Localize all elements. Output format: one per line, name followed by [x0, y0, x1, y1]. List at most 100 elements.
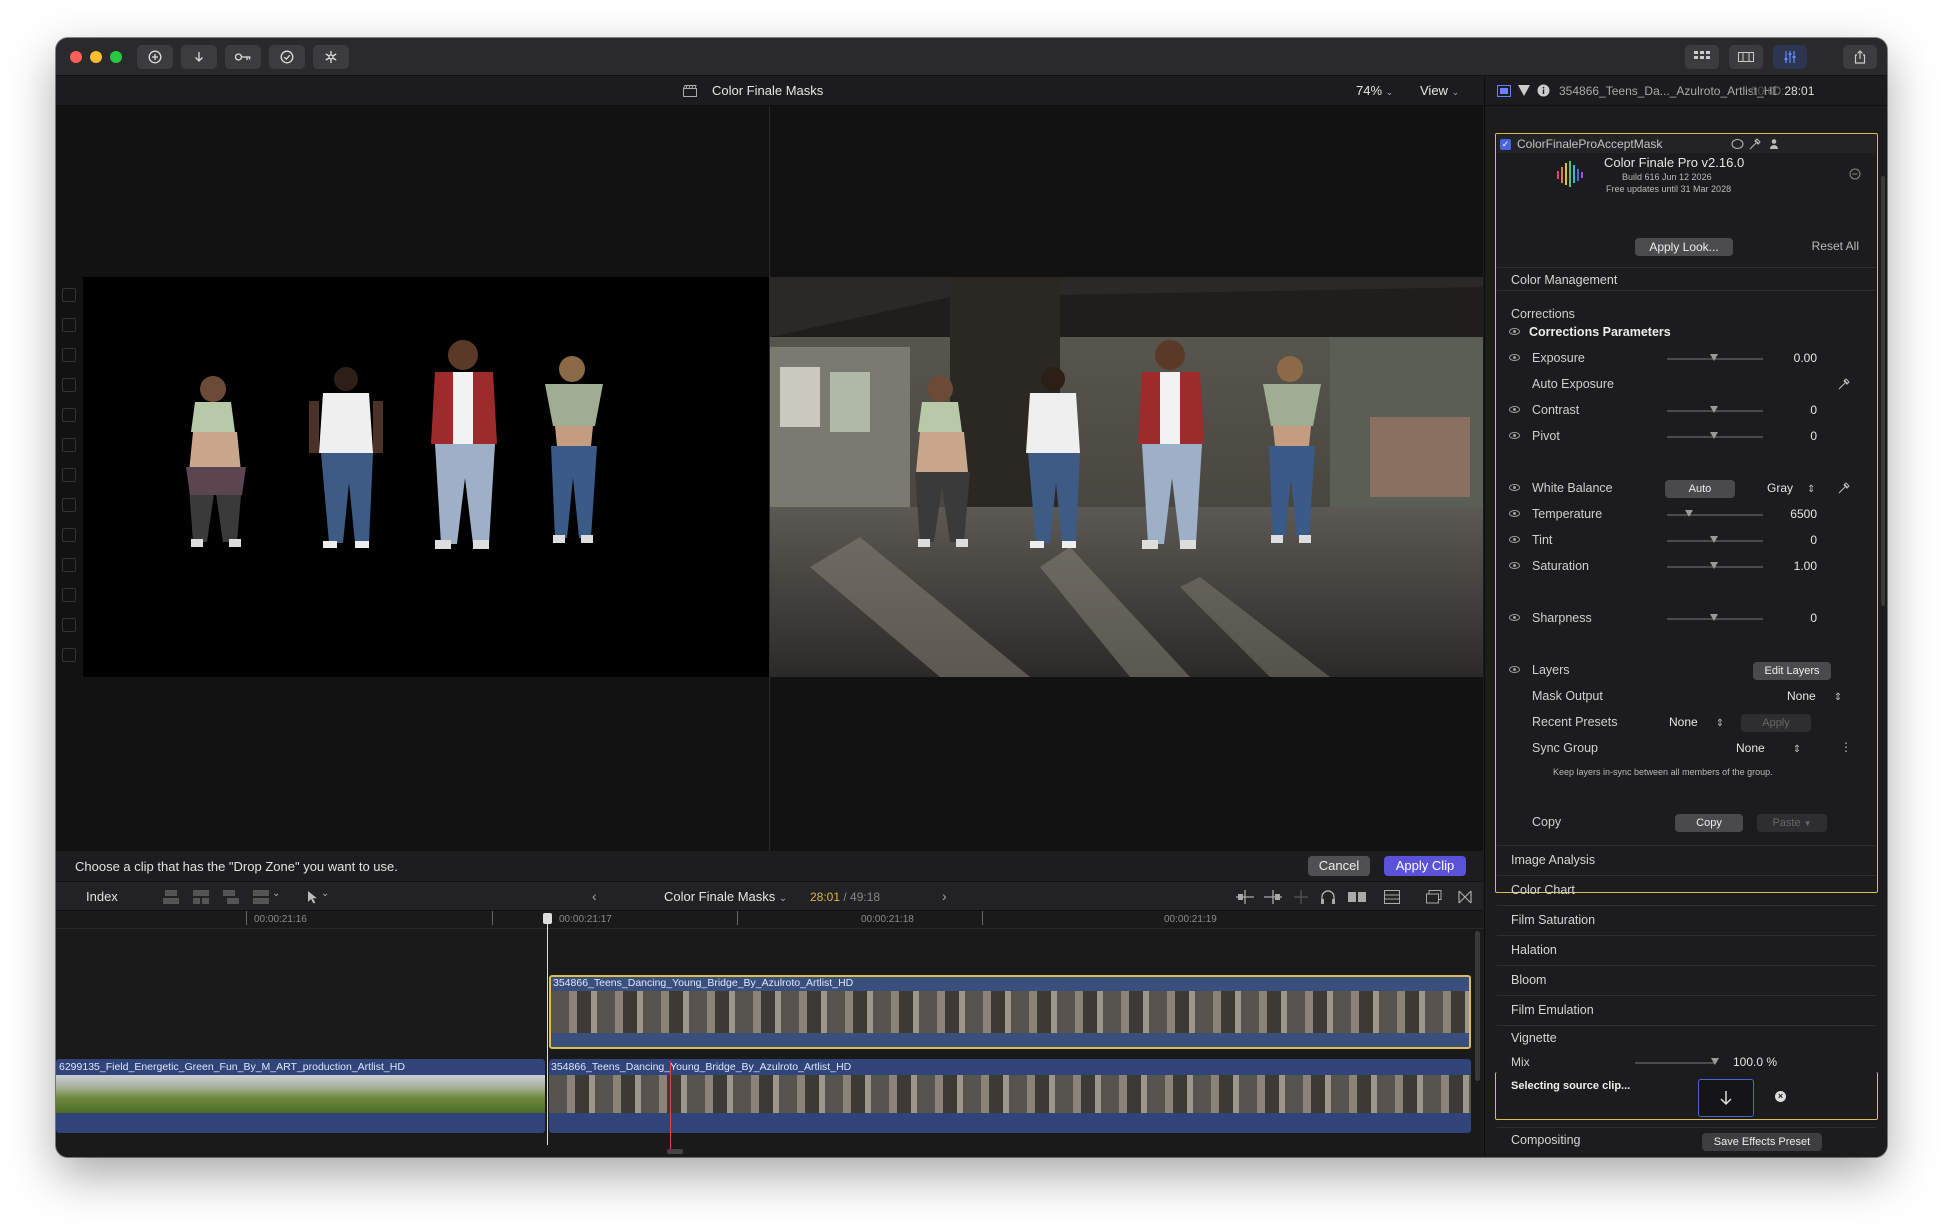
- save-effects-preset-button[interactable]: Save Effects Preset: [1702, 1133, 1822, 1151]
- view-menu[interactable]: View ⌄: [1420, 83, 1459, 98]
- zoom-window-button[interactable]: [110, 51, 122, 63]
- timeline-ruler[interactable]: 00:00:21:16 00:00:21:17 00:00:21:18 00:0…: [56, 911, 1483, 929]
- playhead[interactable]: [547, 915, 548, 1145]
- back-arrow-icon[interactable]: ‹: [592, 888, 597, 904]
- slider-knob[interactable]: [1710, 432, 1718, 439]
- effect-enable-checkbox[interactable]: ✓: [1500, 139, 1511, 150]
- apply-look-button[interactable]: Apply Look...: [1635, 238, 1733, 256]
- snapping-icon[interactable]: [1348, 890, 1366, 904]
- param-value[interactable]: 0: [1775, 611, 1817, 625]
- select-tool-icon[interactable]: [307, 890, 319, 904]
- recent-presets-select[interactable]: None ⇕: [1669, 715, 1724, 729]
- inspector-scrollbar[interactable]: [1881, 176, 1885, 606]
- copy-button[interactable]: Copy: [1675, 814, 1743, 832]
- section-film-saturation[interactable]: Film Saturation: [1497, 905, 1876, 934]
- close-window-button[interactable]: [70, 51, 82, 63]
- eyedropper-icon[interactable]: [1838, 378, 1850, 390]
- download-button[interactable]: [181, 45, 217, 69]
- playhead-handle[interactable]: [543, 913, 552, 924]
- import-button[interactable]: [137, 45, 173, 69]
- eye-icon[interactable]: [1509, 562, 1520, 569]
- mask-output-select[interactable]: None ⇕: [1787, 689, 1842, 703]
- param-value[interactable]: 0.00: [1775, 351, 1817, 365]
- eyedropper-icon[interactable]: [1749, 138, 1761, 150]
- timeline-project-name[interactable]: Color Finale Masks ⌄: [664, 889, 787, 904]
- chevron-down-icon[interactable]: ⌄: [272, 888, 280, 899]
- primary-clip-field[interactable]: 6299135_Field_Energetic_Green_Fun_By_M_A…: [56, 1059, 545, 1133]
- section-image-analysis[interactable]: Image Analysis: [1497, 845, 1876, 874]
- timeline[interactable]: 00:00:21:16 00:00:21:17 00:00:21:18 00:0…: [56, 911, 1483, 1157]
- color-inspector-icon[interactable]: [1518, 85, 1530, 97]
- eye-icon[interactable]: [1509, 354, 1520, 361]
- param-value[interactable]: 0: [1775, 403, 1817, 417]
- eyedropper-icon[interactable]: [1838, 482, 1850, 494]
- solo-icon[interactable]: [1292, 890, 1310, 904]
- white-balance-mode-select[interactable]: Gray ⇕: [1767, 481, 1815, 495]
- transition-icon[interactable]: [1458, 890, 1472, 904]
- minimize-window-button[interactable]: [90, 51, 102, 63]
- section-film-emulation[interactable]: Film Emulation: [1497, 995, 1876, 1024]
- more-icon[interactable]: ⋮: [1840, 740, 1852, 754]
- eye-icon[interactable]: [1509, 328, 1520, 335]
- slider-knob[interactable]: [1710, 614, 1718, 621]
- section-bloom[interactable]: Bloom: [1497, 965, 1876, 994]
- append-clip-icon[interactable]: [223, 890, 239, 904]
- clear-drop-zone-button[interactable]: ×: [1775, 1091, 1786, 1102]
- timeline-resize-handle[interactable]: [667, 1149, 683, 1154]
- section-color-chart[interactable]: Color Chart: [1497, 875, 1876, 904]
- viewer[interactable]: [56, 106, 1483, 851]
- slider-knob[interactable]: [1710, 354, 1718, 361]
- inspector-toggle-button[interactable]: [1773, 45, 1807, 69]
- timeline-index-icon[interactable]: [1426, 890, 1442, 904]
- browser-toggle-button[interactable]: [1685, 45, 1719, 69]
- effects-browser-button[interactable]: [313, 45, 349, 69]
- skimming-icon[interactable]: [1236, 890, 1254, 904]
- info-icon[interactable]: [1537, 84, 1550, 97]
- person-mask-icon[interactable]: [1769, 138, 1781, 150]
- white-balance-auto-button[interactable]: Auto: [1665, 480, 1735, 498]
- slider-knob[interactable]: [1685, 510, 1693, 517]
- apply-preset-button[interactable]: Apply: [1741, 714, 1811, 732]
- mix-value[interactable]: 100.0 %: [1733, 1055, 1777, 1069]
- cancel-button[interactable]: Cancel: [1308, 856, 1370, 876]
- chevron-down-icon[interactable]: ⌄: [321, 888, 329, 899]
- apply-clip-button[interactable]: Apply Clip: [1384, 856, 1466, 876]
- eye-icon[interactable]: [1509, 614, 1520, 621]
- share-button[interactable]: [1843, 45, 1877, 69]
- video-inspector-icon[interactable]: [1497, 85, 1511, 97]
- sync-group-select[interactable]: None ⇕: [1736, 741, 1801, 755]
- eye-icon[interactable]: [1509, 406, 1520, 413]
- insert-clip-icon[interactable]: [193, 890, 209, 904]
- overwrite-clip-icon[interactable]: [253, 890, 269, 904]
- drop-zone-well[interactable]: [1698, 1079, 1754, 1117]
- section-vignette[interactable]: Vignette: [1497, 1025, 1876, 1049]
- param-value[interactable]: 1.00: [1775, 559, 1817, 573]
- slider-knob[interactable]: [1711, 1058, 1719, 1065]
- eye-icon[interactable]: [1509, 536, 1520, 543]
- eye-icon[interactable]: [1509, 510, 1520, 517]
- color-management-section[interactable]: Color Management: [1497, 267, 1876, 291]
- slider-knob[interactable]: [1710, 406, 1718, 413]
- slider-knob[interactable]: [1710, 562, 1718, 569]
- background-tasks-button[interactable]: [269, 45, 305, 69]
- section-halation[interactable]: Halation: [1497, 935, 1876, 964]
- connect-clip-icon[interactable]: [163, 890, 179, 904]
- audio-skimming-icon[interactable]: [1264, 890, 1282, 904]
- collapse-icon[interactable]: [1849, 168, 1861, 180]
- keywords-button[interactable]: [225, 45, 261, 69]
- mix-slider[interactable]: [1635, 1062, 1715, 1064]
- timeline-scrollbar[interactable]: [1475, 931, 1480, 1081]
- forward-arrow-icon[interactable]: ›: [942, 888, 947, 904]
- paste-button[interactable]: Paste ▼: [1757, 814, 1827, 832]
- primary-clip-dancing[interactable]: 354866_Teens_Dancing_Young_Bridge_By_Azu…: [549, 1059, 1471, 1133]
- eye-icon[interactable]: [1509, 432, 1520, 439]
- index-button[interactable]: Index: [86, 889, 118, 904]
- reset-all-button[interactable]: Reset All: [1812, 239, 1859, 253]
- clip-appearance-icon[interactable]: [1384, 890, 1400, 904]
- param-value[interactable]: 6500: [1775, 507, 1817, 521]
- eye-icon[interactable]: [1509, 666, 1520, 673]
- edit-layers-button[interactable]: Edit Layers: [1753, 662, 1831, 680]
- mask-shape-icon[interactable]: [1731, 138, 1744, 150]
- timeline-toggle-button[interactable]: [1729, 45, 1763, 69]
- param-value[interactable]: 0: [1775, 533, 1817, 547]
